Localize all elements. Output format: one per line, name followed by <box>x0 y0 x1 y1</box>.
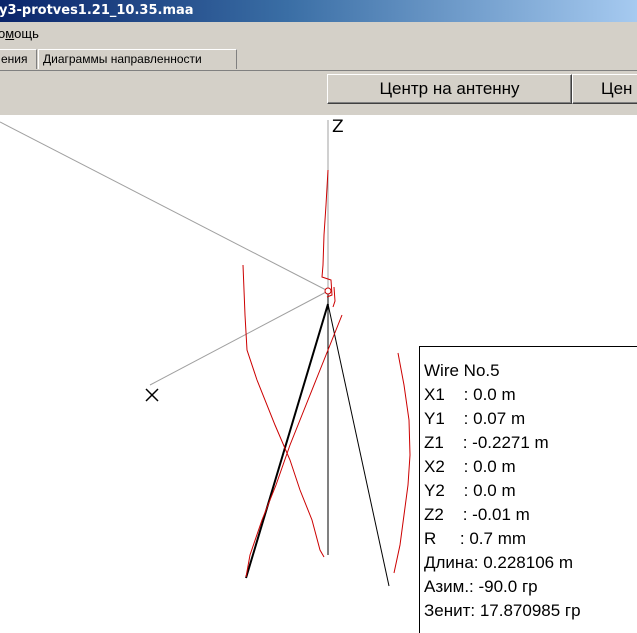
tab-radiation-patterns[interactable]: Диаграммы направленности <box>38 49 237 69</box>
origin-marker <box>324 287 332 295</box>
wire-selected <box>245 303 329 579</box>
tab-strip: ения Диаграммы направленности <box>0 46 637 71</box>
wire-info-title: Wire No.5 <box>424 361 500 380</box>
center-button-partial-label: Цен <box>601 79 633 98</box>
wire-right <box>327 303 390 587</box>
menu-item-help-text-b: ощь <box>14 26 39 41</box>
wire-info-z1: Z1 : -0.2271 m <box>424 433 549 452</box>
tab-partial-label: ения <box>1 52 28 66</box>
axis-y-line <box>0 121 329 292</box>
wire-info-zenith: Зенит: 17.870985 гр <box>424 601 581 620</box>
menu-item-help-mnemonic: м <box>5 26 15 41</box>
wire-info-y2: Y2 : 0.0 m <box>424 481 516 500</box>
wire-info-y1: Y1 : 0.07 m <box>424 409 526 428</box>
menu-bar: омощь <box>0 22 637 46</box>
window-title-bar: y3-protves1.21_10.35.maa <box>0 0 637 22</box>
center-on-antenna-label: Центр на антенну <box>379 79 520 98</box>
current-curve-small <box>332 286 336 308</box>
wire-info-radius: R : 0.7 mm <box>424 529 527 548</box>
wire-info-azimuth: Азим.: -90.0 гр <box>424 577 538 596</box>
center-on-antenna-button[interactable]: Центр на антенну <box>327 74 572 104</box>
window-title: y3-protves1.21_10.35.maa <box>0 3 194 18</box>
wire-info-z2: Z2 : -0.01 m <box>424 505 530 524</box>
tab-partial[interactable]: ения <box>0 49 37 69</box>
axis-z-label: Z <box>332 117 344 137</box>
current-curve-right <box>393 352 411 574</box>
wire-info-length: Длина: 0.228106 m <box>424 553 574 572</box>
wire-info-x2: X2 : 0.0 m <box>424 457 516 476</box>
wire-info-panel: Wire No.5 X1 : 0.0 m Y1 : 0.07 m Z1 : -0… <box>419 346 637 633</box>
toolbar: Центр на антенну Цен <box>0 71 637 115</box>
tab-radiation-patterns-label: Диаграммы направленности <box>43 52 202 66</box>
current-curve-left <box>242 264 325 558</box>
wire-info-x1: X1 : 0.0 m <box>424 385 516 404</box>
menu-item-help[interactable]: омощь <box>0 22 39 46</box>
center-button-partial[interactable]: Цен <box>572 74 637 104</box>
axis-x-line <box>149 290 329 386</box>
current-curve-top <box>321 169 333 298</box>
